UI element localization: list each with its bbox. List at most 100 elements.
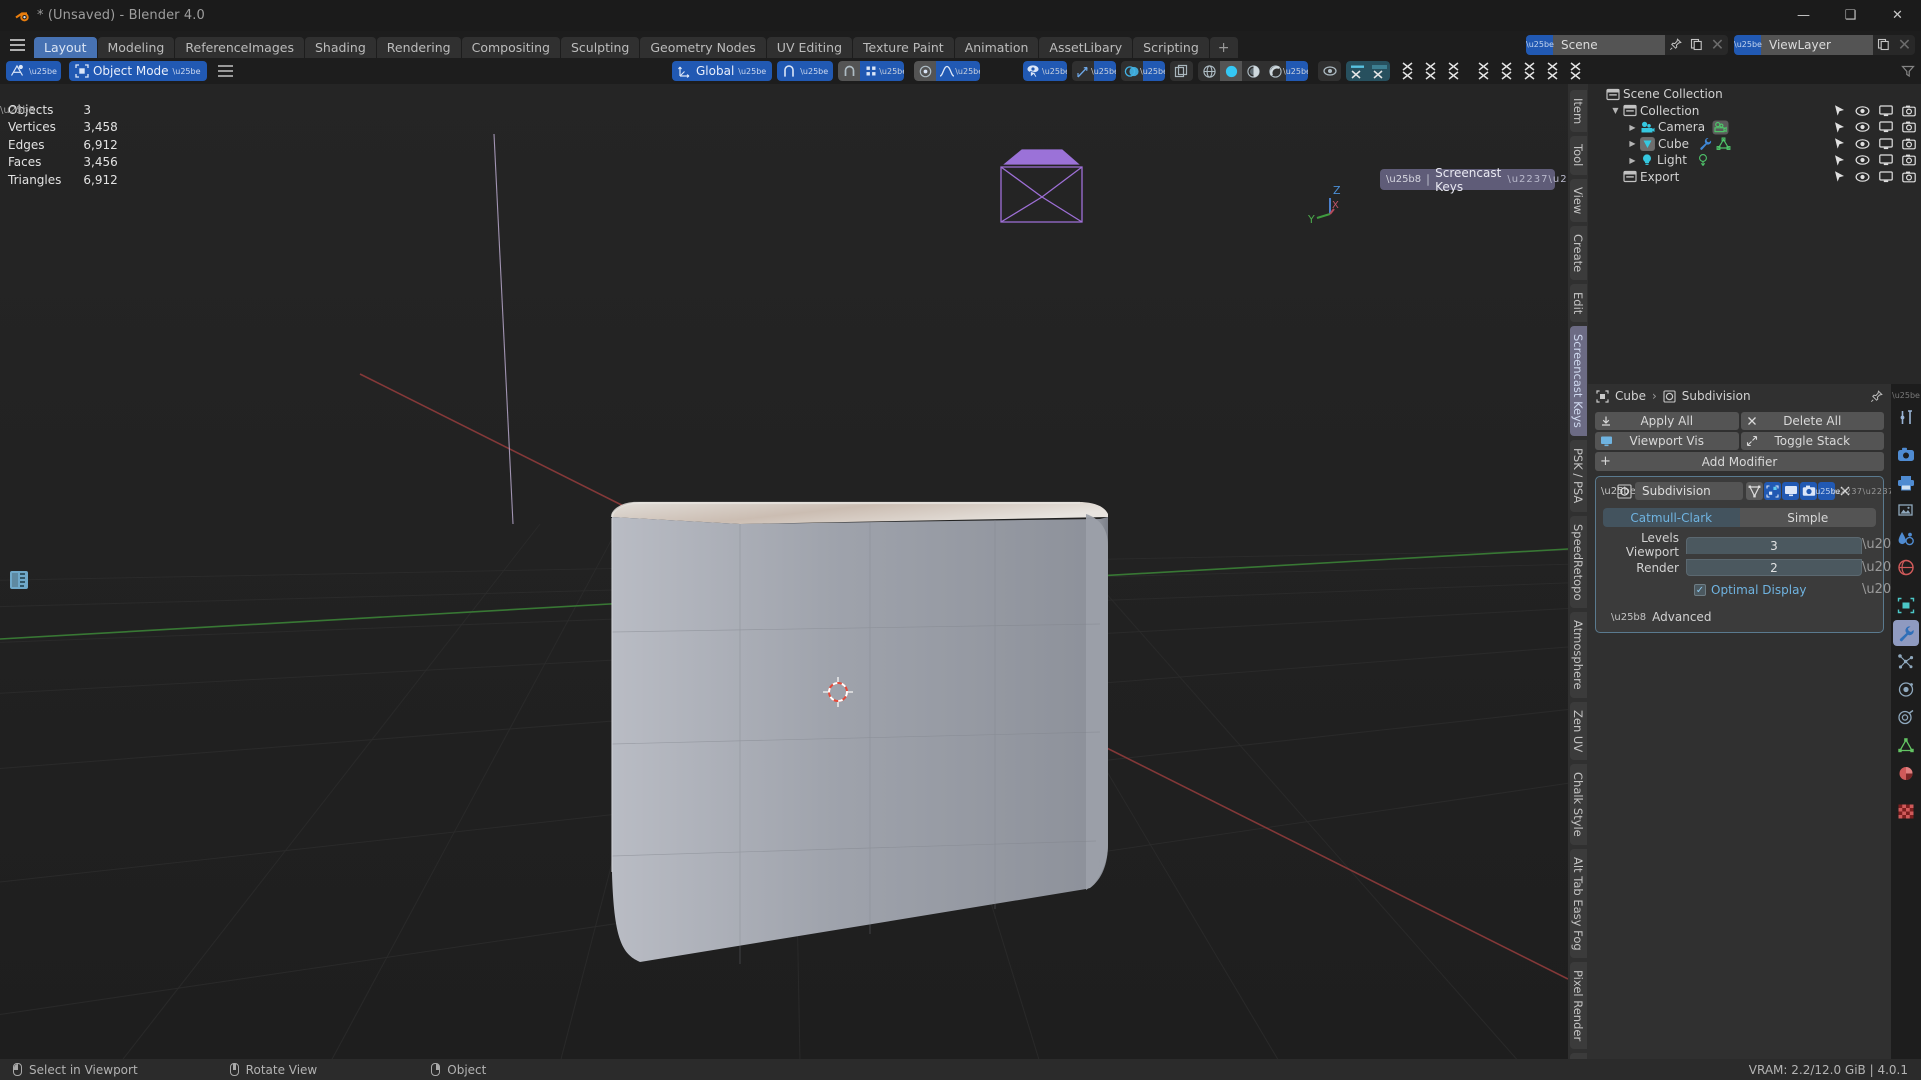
breadcrumb-object[interactable]: Cube bbox=[1615, 389, 1646, 403]
select-arrow-icon[interactable] bbox=[1833, 170, 1846, 183]
workspace-tab-sculpting[interactable]: Sculpting bbox=[560, 37, 640, 58]
chevron-right-icon[interactable]: ▶ bbox=[1627, 156, 1638, 165]
scene-name[interactable]: Scene bbox=[1553, 34, 1665, 55]
object-tab[interactable] bbox=[1893, 592, 1919, 618]
monitor-disable-viewport-icon[interactable] bbox=[1879, 121, 1893, 133]
eye-toggle-icon[interactable] bbox=[1318, 61, 1341, 81]
x-cross-icon[interactable] bbox=[1447, 62, 1460, 80]
viewport-vis-button[interactable]: Viewport Vis bbox=[1595, 432, 1739, 450]
on-cage-icon[interactable] bbox=[1746, 482, 1763, 500]
outliner-row-cube[interactable]: ▶ Cube bbox=[1588, 136, 1921, 153]
output-tab[interactable] bbox=[1893, 470, 1919, 496]
scene-tab[interactable] bbox=[1893, 526, 1919, 552]
transform-orientation-dropdown[interactable]: Global \u25be bbox=[672, 61, 773, 81]
sidebar-tab-edit[interactable]: Edit bbox=[1569, 284, 1587, 323]
proportional-editing-icon[interactable] bbox=[914, 61, 937, 81]
workspace-tab-rendering[interactable]: Rendering bbox=[376, 37, 461, 58]
simple-option[interactable]: Simple bbox=[1739, 508, 1876, 527]
world-tab[interactable] bbox=[1893, 554, 1919, 580]
eye-visibility-icon[interactable] bbox=[1855, 171, 1870, 183]
x-cross-icon[interactable] bbox=[1401, 62, 1414, 80]
camera-disable-render-icon[interactable] bbox=[1902, 105, 1916, 117]
pin-icon[interactable] bbox=[1665, 35, 1686, 55]
x-cross-icon[interactable] bbox=[1477, 62, 1490, 80]
3d-viewport[interactable]: \u25b8 Objects 3 Vertices 3,458 Edges 6,912 Fa… bbox=[0, 84, 1568, 1063]
chevron-right-icon[interactable]: ▶ bbox=[1627, 123, 1638, 132]
chevron-down-icon[interactable]: ▼ bbox=[1610, 106, 1621, 115]
workspace-tab-layout[interactable]: Layout bbox=[34, 37, 97, 58]
camera-disable-render-icon[interactable] bbox=[1902, 171, 1916, 183]
x-cross-icon[interactable] bbox=[1569, 62, 1582, 80]
sidebar-tab-zen-uv[interactable]: Zen UV bbox=[1569, 701, 1587, 760]
animate-property-dot[interactable]: \u2022 bbox=[1862, 583, 1908, 596]
sidebar-tab-psk-psa[interactable]: PSK / PSA bbox=[1569, 440, 1587, 512]
snap-toggle-icon[interactable] bbox=[838, 61, 861, 81]
outliner-row-export[interactable]: Export bbox=[1588, 169, 1921, 186]
sidebar-tab-create[interactable]: Create bbox=[1569, 225, 1587, 281]
x-cross-icon[interactable] bbox=[1546, 62, 1559, 80]
sidebar-tab-pixel-render[interactable]: Pixel Render bbox=[1569, 962, 1587, 1050]
breadcrumb-modifier[interactable]: Subdivision bbox=[1682, 389, 1751, 403]
workspace-tab-modeling[interactable]: Modeling bbox=[97, 37, 175, 58]
outliner-row-scene-collection[interactable]: Scene Collection bbox=[1588, 86, 1921, 103]
camera-disable-render-icon[interactable] bbox=[1902, 138, 1916, 150]
hamburger-menu-icon[interactable] bbox=[0, 31, 34, 58]
x-cross-icon[interactable] bbox=[1500, 62, 1513, 80]
screencast-checkbox[interactable] bbox=[1427, 173, 1430, 186]
render-levels-value[interactable]: 2 bbox=[1686, 559, 1862, 576]
modifier-wrench-icon[interactable] bbox=[1698, 137, 1712, 151]
shading-solid-icon[interactable] bbox=[1220, 61, 1242, 81]
select-arrow-icon[interactable] bbox=[1833, 121, 1846, 134]
camera-disable-render-icon[interactable] bbox=[1902, 121, 1916, 133]
workspace-tab-referenceimages[interactable]: ReferenceImages bbox=[175, 37, 304, 58]
screencast-bar-2-icon[interactable] bbox=[1368, 61, 1390, 81]
catmull-clark-option[interactable]: Catmull-Clark bbox=[1603, 508, 1740, 527]
monitor-disable-viewport-icon[interactable] bbox=[1879, 105, 1893, 117]
sidebar-tab-speedretopo[interactable]: SpeedRetopo bbox=[1569, 515, 1587, 608]
select-arrow-icon[interactable] bbox=[1833, 137, 1846, 150]
outliner-row-light[interactable]: ▶ Light bbox=[1588, 152, 1921, 169]
sidebar-tab-tool[interactable]: Tool bbox=[1569, 136, 1587, 175]
chevron-right-icon[interactable]: \u25b8 bbox=[1386, 174, 1421, 185]
add-modifier-button[interactable]: + Add Modifier bbox=[1595, 452, 1884, 471]
outliner-row-collection[interactable]: ▼ Collection bbox=[1588, 103, 1921, 120]
minimize-button[interactable]: — bbox=[1780, 0, 1827, 31]
edit-mode-display-icon[interactable] bbox=[1764, 482, 1781, 500]
apply-all-button[interactable]: Apply All bbox=[1595, 412, 1739, 430]
shading-dropdown-chevron-icon[interactable]: \u25be bbox=[1283, 61, 1308, 81]
constraints-tab[interactable] bbox=[1893, 704, 1919, 730]
editor-type-selector[interactable]: \u25be bbox=[6, 61, 61, 81]
modifier-name-field[interactable]: Subdivision bbox=[1635, 482, 1743, 500]
screencast-keys-panel[interactable]: \u25b8 Screencast Keys \u2237\u2237 bbox=[1380, 166, 1568, 194]
shading-material-preview-icon[interactable] bbox=[1242, 61, 1264, 81]
viewlayer-name[interactable]: ViewLayer bbox=[1761, 34, 1873, 55]
extras-dropdown-icon[interactable]: \u25be bbox=[1813, 482, 1840, 500]
workspace-tab-animation[interactable]: Animation bbox=[954, 37, 1039, 58]
close-button[interactable]: ✕ bbox=[1874, 0, 1921, 31]
workspace-tab-assetlibary[interactable]: AssetLibary bbox=[1039, 37, 1133, 58]
modifier-tab[interactable] bbox=[1893, 620, 1919, 646]
unlink-scene-icon[interactable]: ✕ bbox=[1707, 35, 1728, 55]
select-arrow-icon[interactable] bbox=[1833, 104, 1846, 117]
add-workspace-button[interactable]: + bbox=[1209, 37, 1238, 58]
sidebar-tab-atmosphere[interactable]: Atmosphere bbox=[1569, 612, 1587, 698]
toggle-stack-button[interactable]: Toggle Stack bbox=[1740, 432, 1884, 450]
x-cross-icon[interactable] bbox=[1424, 62, 1437, 80]
levels-viewport-value[interactable]: 3 bbox=[1686, 536, 1862, 554]
camera-disable-render-icon[interactable] bbox=[1902, 154, 1916, 166]
eye-visibility-icon[interactable] bbox=[1855, 154, 1870, 166]
workspace-tab-texture-paint[interactable]: Texture Paint bbox=[853, 37, 954, 58]
unlink-viewlayer-icon[interactable]: ✕ bbox=[1894, 35, 1915, 55]
filter-icon[interactable] bbox=[1901, 64, 1915, 78]
viewlayer-tab[interactable] bbox=[1893, 498, 1919, 524]
monitor-disable-viewport-icon[interactable] bbox=[1879, 171, 1893, 183]
light-data-icon[interactable] bbox=[1696, 153, 1710, 167]
navigation-gizmo[interactable]: Z Y X bbox=[1300, 176, 1360, 236]
interaction-mode-dropdown[interactable]: Object Mode \u25be bbox=[68, 61, 207, 81]
new-scene-icon[interactable] bbox=[1686, 35, 1707, 55]
gizmo-dropdown-chevron-icon[interactable]: \u25be bbox=[1091, 61, 1116, 81]
select-arrow-icon[interactable] bbox=[1833, 154, 1846, 167]
particles-tab[interactable] bbox=[1893, 648, 1919, 674]
viewport-toolbar-gizmo-icon[interactable] bbox=[8, 569, 30, 591]
advanced-section[interactable]: \u25b8 Advanced bbox=[1601, 610, 1878, 624]
